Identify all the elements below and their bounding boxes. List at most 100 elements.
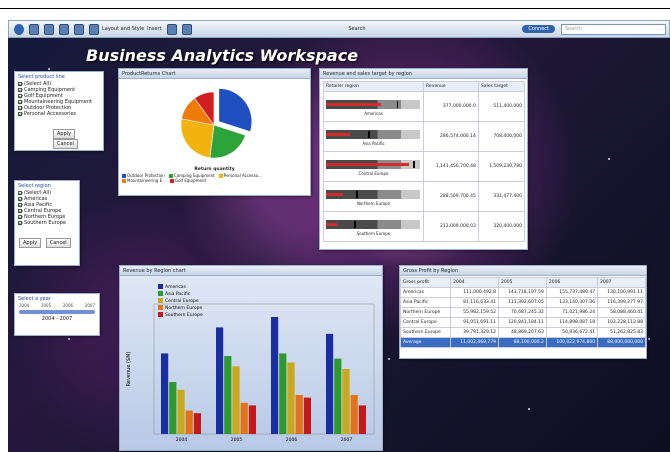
bar[interactable] — [169, 382, 177, 434]
home-icon[interactable] — [14, 23, 24, 35]
search-input[interactable]: Search — [561, 23, 666, 35]
table-cell: 81,116,633.41 — [450, 297, 499, 308]
bar[interactable] — [177, 389, 185, 434]
y-axis-label: Revenue ($M) — [126, 352, 132, 387]
filter-title: Select product line — [18, 74, 65, 80]
save-icon[interactable] — [59, 23, 69, 35]
table-row: Central Europe 1,141,450,700.48 1,509,230,… — [323, 151, 526, 182]
year-slider[interactable] — [19, 310, 95, 314]
column-header[interactable]: 2004 — [450, 277, 499, 288]
bar[interactable] — [342, 369, 350, 434]
open-icon[interactable] — [44, 23, 54, 35]
column-header[interactable]: Sales target — [477, 81, 526, 92]
layout-menu[interactable]: Layout and Style — [102, 26, 144, 32]
column-header[interactable]: 2006 — [545, 277, 599, 288]
bar[interactable] — [216, 327, 224, 434]
table-cell: 111,392,607.05 — [498, 297, 547, 308]
product-returns-panel: ProductReturns Chart Return quantity Out… — [118, 68, 311, 196]
pie-slice[interactable] — [209, 124, 246, 159]
x-tick-label: 2005 — [231, 437, 243, 443]
table-cell: 48,869,207.63 — [498, 327, 547, 338]
table-row: Northern Europe 288,509,700.45 331,477,400 — [323, 181, 526, 212]
bar[interactable] — [287, 362, 295, 435]
insert-menu[interactable]: Insert — [147, 26, 161, 32]
cancel-button[interactable]: Cancel — [45, 238, 71, 248]
tick-label: 2006 — [62, 303, 74, 308]
revenue-cell: 1,141,450,700.48 — [423, 151, 479, 182]
table-row: Southern Europe 212,009,000.03 320,400,000 — [323, 211, 526, 242]
bar[interactable] — [334, 358, 342, 434]
view-icon[interactable] — [181, 23, 192, 35]
target-cell: 511,400,000 — [477, 91, 526, 122]
bar[interactable] — [232, 366, 240, 434]
column-header[interactable]: Gross profit — [399, 277, 452, 288]
table-cell: 58,088,460.41 — [597, 307, 646, 318]
bar[interactable] — [240, 402, 248, 434]
table-row: Americas 377,000,000.0 511,400,000 — [323, 91, 526, 122]
gross-profit-table: Gross profit 2004 2005 2006 2007 Americas 111… — [399, 277, 646, 348]
revenue-cell: 286,574,000.14 — [423, 121, 479, 152]
bullet-graph — [326, 189, 420, 199]
product-line-filter: Select product line (Select All) Camping… — [14, 71, 104, 151]
connect-button[interactable]: Connect — [522, 25, 555, 33]
checkbox-southern-europe[interactable]: Southern Europe — [18, 220, 79, 226]
pie-legend: Outdoor Protection Camping Equipment Perso… — [119, 172, 310, 184]
bar[interactable] — [303, 397, 311, 434]
table-row: Asia Pacific 286,574,000.14 708,400,000 — [323, 121, 526, 152]
pie-slice[interactable] — [180, 118, 215, 159]
workspace-title: Business Analytics Workspace — [86, 46, 359, 65]
column-header[interactable]: 2005 — [498, 277, 547, 288]
column-header[interactable]: Revenue — [423, 81, 479, 92]
pie-slice[interactable] — [218, 88, 253, 133]
cancel-button[interactable]: Cancel — [53, 139, 78, 149]
panel-title: ProductReturns Chart — [119, 69, 310, 79]
bar-chart: Revenue ($M) 2004 2005 2006 2007 AmericasAsia… — [120, 276, 382, 450]
row-header: Asia Pacific — [399, 297, 452, 308]
bar[interactable] — [271, 317, 279, 434]
legend-label: Americas — [165, 284, 187, 290]
table-cell: 111,000,492.8 — [450, 287, 499, 298]
year-range: 2004 - 2007 — [41, 316, 73, 322]
table-cell: 120,841,184.11 — [498, 317, 547, 328]
bar[interactable] — [279, 353, 287, 434]
bar[interactable] — [248, 405, 256, 434]
search-label[interactable]: Search — [348, 26, 365, 32]
row-header: Americas — [399, 287, 452, 298]
apply-button[interactable]: Apply — [53, 129, 76, 139]
apply-button[interactable]: Apply — [19, 238, 42, 248]
legend-label: Central Europe — [165, 298, 199, 304]
column-header[interactable]: 2007 — [597, 277, 646, 288]
table-cell: 114,898,087.18 — [545, 317, 599, 328]
bar[interactable] — [326, 333, 334, 434]
panel-title: Gross Profit by Region — [400, 266, 646, 276]
column-header[interactable]: Retailer region — [323, 81, 424, 92]
bar[interactable] — [161, 353, 169, 434]
bar[interactable] — [224, 356, 232, 434]
settings-icon[interactable] — [89, 23, 99, 35]
checkbox-personal[interactable]: Personal Accessories — [18, 111, 103, 117]
bar[interactable] — [193, 413, 201, 434]
bullet-graph — [326, 159, 420, 169]
table-cell: 130,100,991.11 — [597, 287, 646, 298]
legend-swatch — [158, 305, 163, 310]
bar[interactable] — [185, 410, 193, 434]
bar[interactable] — [358, 405, 366, 434]
target-cell: 708,400,000 — [477, 121, 526, 152]
panel-title: Revenue by Region chart — [120, 266, 382, 276]
target-cell: 331,477,400 — [477, 181, 526, 212]
region-label: Northern Europe — [356, 201, 391, 206]
legend-label: Asia Pacific — [165, 291, 191, 297]
top-divider — [0, 8, 670, 9]
bar[interactable] — [295, 395, 303, 434]
table-cell: 88,100,000.2 — [498, 337, 547, 348]
pie-chart — [180, 88, 253, 159]
bullet-graph — [326, 99, 420, 109]
new-icon[interactable] — [29, 23, 39, 35]
region-filter: Select region (Select All) Americas Asia… — [14, 180, 80, 266]
email-icon[interactable] — [74, 23, 84, 35]
workspace-canvas: Business Analytics Workspace Select prod… — [8, 38, 670, 452]
table-cell: 55,982,159.52 — [450, 307, 499, 318]
bar[interactable] — [350, 395, 358, 434]
format-icon[interactable] — [166, 23, 177, 35]
legend-swatch — [158, 298, 163, 303]
